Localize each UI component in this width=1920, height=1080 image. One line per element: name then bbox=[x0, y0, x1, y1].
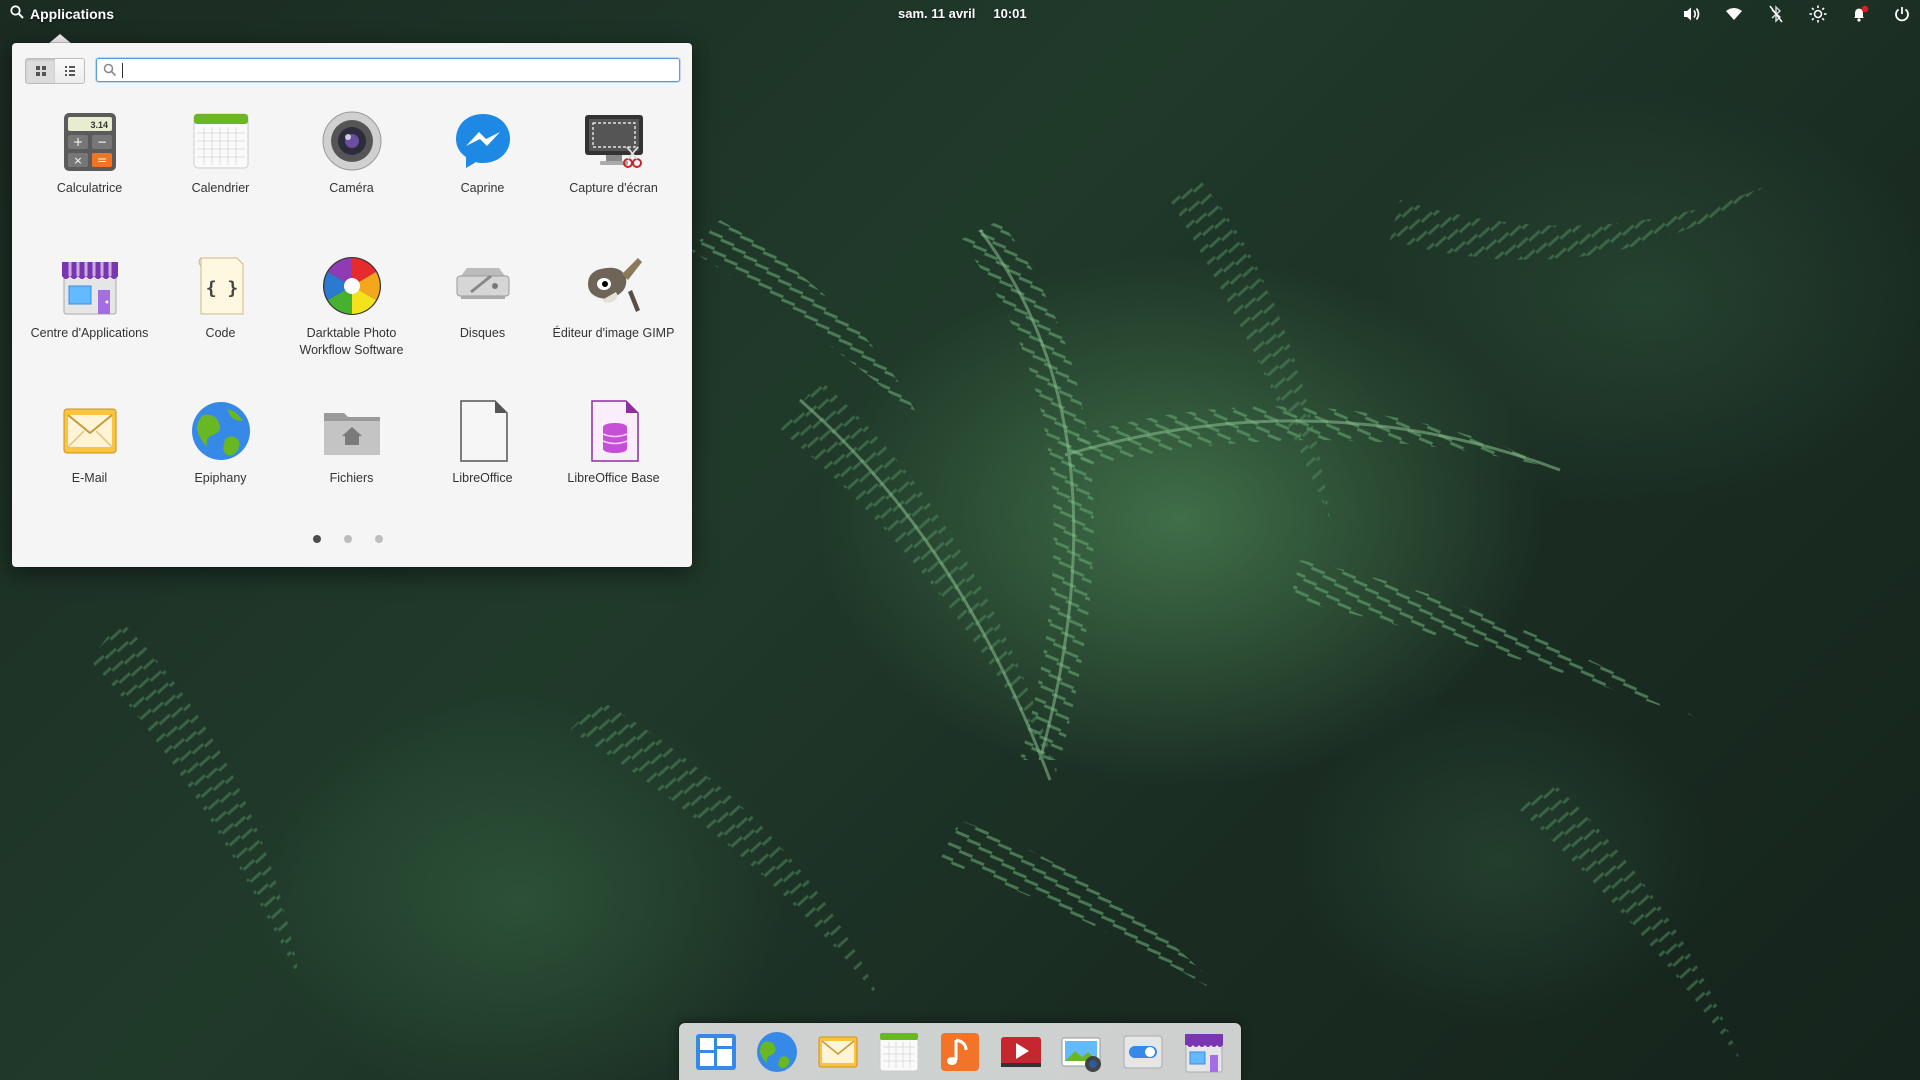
search-icon bbox=[103, 63, 117, 82]
date-label: sam. 11 avril bbox=[898, 6, 976, 21]
dock-item-mail[interactable] bbox=[815, 1029, 861, 1075]
volume-icon[interactable] bbox=[1682, 4, 1702, 24]
app-item-calculatrice[interactable]: 3.14 + − × = Calculatrice bbox=[24, 103, 155, 248]
app-item-camera[interactable]: Caméra bbox=[286, 103, 417, 248]
datetime-indicator[interactable]: sam. 11 avril 10:01 bbox=[898, 6, 1027, 21]
libreoffice-icon bbox=[459, 400, 508, 462]
app-label: Code bbox=[205, 326, 236, 340]
svg-text:−: − bbox=[96, 135, 106, 149]
camera-icon bbox=[322, 111, 381, 171]
photos-icon bbox=[1061, 1037, 1102, 1072]
app-item-email[interactable]: E-Mail bbox=[24, 393, 155, 538]
libreoffice-base-icon bbox=[590, 400, 639, 462]
svg-text:{ }: { } bbox=[205, 278, 238, 299]
app-item-darktable[interactable]: Darktable Photo Workflow Software bbox=[286, 248, 417, 393]
disks-icon bbox=[456, 268, 509, 299]
code-icon: { } bbox=[198, 257, 243, 315]
app-item-calendrier[interactable]: Calendrier bbox=[155, 103, 286, 248]
page-dot-2[interactable] bbox=[344, 535, 352, 543]
indicator-area bbox=[1682, 4, 1912, 24]
svg-text:×: × bbox=[73, 154, 82, 167]
app-item-capture-ecran[interactable]: Capture d'écran bbox=[548, 103, 679, 248]
bluetooth-off-icon[interactable] bbox=[1766, 4, 1786, 24]
page-indicator bbox=[313, 535, 383, 543]
app-label: Capture d'écran bbox=[569, 181, 658, 195]
brightness-icon[interactable] bbox=[1808, 4, 1828, 24]
app-label: Éditeur d'image GIMP bbox=[552, 326, 675, 340]
dock-item-calendar[interactable] bbox=[876, 1029, 922, 1075]
app-label: Fichiers bbox=[329, 471, 374, 485]
power-icon[interactable] bbox=[1892, 4, 1912, 24]
app-item-libreoffice[interactable]: LibreOffice bbox=[417, 393, 548, 538]
browser-icon bbox=[756, 1031, 797, 1072]
notifications-icon[interactable] bbox=[1850, 4, 1870, 24]
dock-item-settings[interactable] bbox=[1120, 1029, 1166, 1075]
files-icon bbox=[323, 413, 380, 455]
mail-icon bbox=[818, 1036, 858, 1067]
appcenter-icon bbox=[1185, 1033, 1224, 1072]
app-item-disques[interactable]: Disques bbox=[417, 248, 548, 393]
app-label: E-Mail bbox=[71, 471, 108, 485]
category-view-icon[interactable] bbox=[55, 59, 84, 83]
view-mode-toggle bbox=[25, 58, 85, 84]
svg-text:+: + bbox=[72, 135, 82, 149]
app-label: Centre d'Applications bbox=[30, 326, 149, 340]
app-label: Darktable Photo Workflow Software bbox=[299, 326, 404, 357]
calendar-icon bbox=[879, 1032, 919, 1071]
dock bbox=[679, 1023, 1241, 1080]
calculator-icon: 3.14 + − × = bbox=[63, 113, 116, 171]
app-item-gimp[interactable]: Éditeur d'image GIMP bbox=[548, 248, 679, 393]
app-label: Caméra bbox=[329, 181, 374, 195]
app-item-caprine[interactable]: Caprine bbox=[417, 103, 548, 248]
appcenter-icon bbox=[61, 262, 118, 315]
applications-menu-popover: 3.14 + − × = Calculatrice Calendrier Cam… bbox=[12, 43, 692, 567]
app-label: Epiphany bbox=[194, 471, 247, 485]
dock-item-music[interactable] bbox=[937, 1029, 983, 1075]
app-label: LibreOffice bbox=[452, 471, 513, 485]
app-item-libreoffice-base[interactable]: LibreOffice Base bbox=[548, 393, 679, 538]
page-dot-1[interactable] bbox=[313, 535, 321, 543]
app-label: LibreOffice Base bbox=[567, 471, 660, 485]
app-item-fichiers[interactable]: Fichiers bbox=[286, 393, 417, 538]
app-label: Calendrier bbox=[191, 181, 250, 195]
page-dot-3[interactable] bbox=[375, 535, 383, 543]
app-label: Caprine bbox=[460, 181, 505, 195]
messenger-icon bbox=[455, 114, 510, 168]
darktable-icon bbox=[322, 257, 381, 315]
app-item-epiphany[interactable]: Epiphany bbox=[155, 393, 286, 538]
videos-icon bbox=[1001, 1036, 1042, 1067]
search-icon bbox=[10, 5, 24, 22]
app-item-code[interactable]: { } Code bbox=[155, 248, 286, 393]
dock-item-multitasking[interactable] bbox=[693, 1029, 739, 1075]
wifi-icon[interactable] bbox=[1724, 4, 1744, 24]
mail-icon bbox=[63, 408, 116, 454]
dock-item-photos[interactable] bbox=[1059, 1029, 1105, 1075]
dock-item-appcenter[interactable] bbox=[1181, 1029, 1227, 1075]
search-input[interactable] bbox=[121, 61, 675, 81]
system-settings-icon bbox=[1123, 1035, 1163, 1068]
screenshot-icon bbox=[584, 115, 643, 168]
dock-item-videos[interactable] bbox=[998, 1029, 1044, 1075]
gimp-icon bbox=[587, 258, 642, 312]
dock-item-browser[interactable] bbox=[754, 1029, 800, 1075]
browser-icon bbox=[191, 402, 250, 460]
applications-label: Applications bbox=[30, 5, 115, 22]
text-cursor bbox=[122, 63, 123, 78]
top-panel: Applications sam. 11 avril 10:01 bbox=[0, 0, 1920, 28]
music-icon bbox=[940, 1032, 979, 1071]
grid-view-icon[interactable] bbox=[26, 59, 55, 83]
app-label: Disques bbox=[459, 326, 506, 340]
search-field[interactable] bbox=[96, 58, 680, 82]
applications-menu-button[interactable]: Applications bbox=[10, 5, 114, 22]
app-item-centre-applications[interactable]: Centre d'Applications bbox=[24, 248, 155, 393]
app-label: Calculatrice bbox=[56, 181, 123, 195]
svg-text:=: = bbox=[96, 153, 106, 167]
multitasking-view-icon bbox=[695, 1033, 736, 1070]
svg-text:3.14: 3.14 bbox=[90, 120, 108, 130]
time-label: 10:01 bbox=[993, 6, 1027, 21]
calendar-icon bbox=[193, 113, 248, 169]
app-grid: 3.14 + − × = Calculatrice Calendrier Cam… bbox=[24, 103, 684, 538]
